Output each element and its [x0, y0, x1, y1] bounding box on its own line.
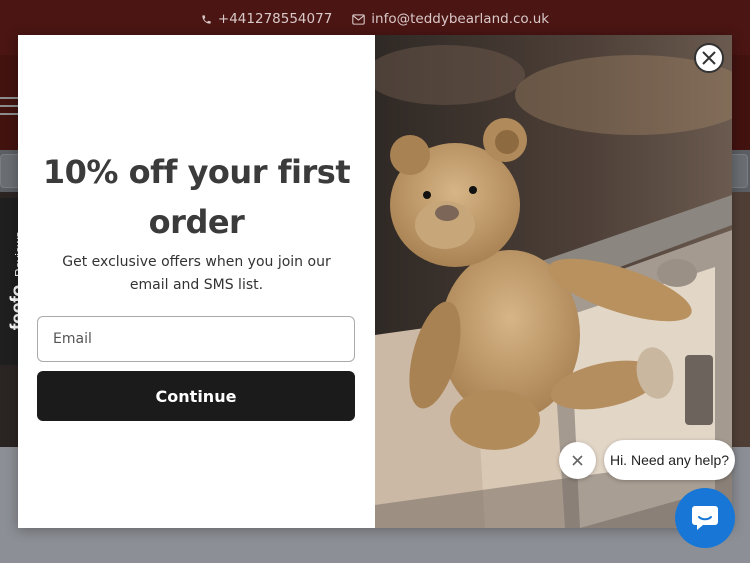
- email-link[interactable]: info@teddybearland.co.uk: [352, 11, 549, 27]
- email-address: info@teddybearland.co.uk: [371, 11, 550, 27]
- close-icon: [702, 51, 716, 65]
- popup-subtext: Get exclusive offers when you join our e…: [62, 254, 331, 293]
- email-input[interactable]: [37, 316, 355, 362]
- phone-link[interactable]: +441278554077: [201, 11, 332, 27]
- close-popup-button[interactable]: [694, 43, 724, 73]
- phone-icon: [202, 14, 211, 24]
- chat-greeting-text: Hi. Need any help?: [609, 452, 730, 468]
- chat-greeting-bubble[interactable]: Hi. Need any help?: [604, 440, 735, 480]
- phone-number: +441278554077: [217, 11, 333, 27]
- envelope-icon: [352, 13, 366, 25]
- continue-button[interactable]: Continue: [37, 371, 355, 421]
- chat-dismiss-button[interactable]: [559, 442, 596, 479]
- chat-icon: [692, 506, 718, 530]
- contact-row: +441278554077 info@teddybearland.co.uk: [0, 11, 750, 27]
- close-icon: [572, 455, 583, 466]
- popup-headline: 10% off your first order: [42, 153, 351, 241]
- chat-launcher-button[interactable]: [675, 488, 735, 548]
- popup-form-panel: 10% off your first order Get exclusive o…: [18, 35, 375, 528]
- hamburger-menu-icon[interactable]: [0, 97, 20, 115]
